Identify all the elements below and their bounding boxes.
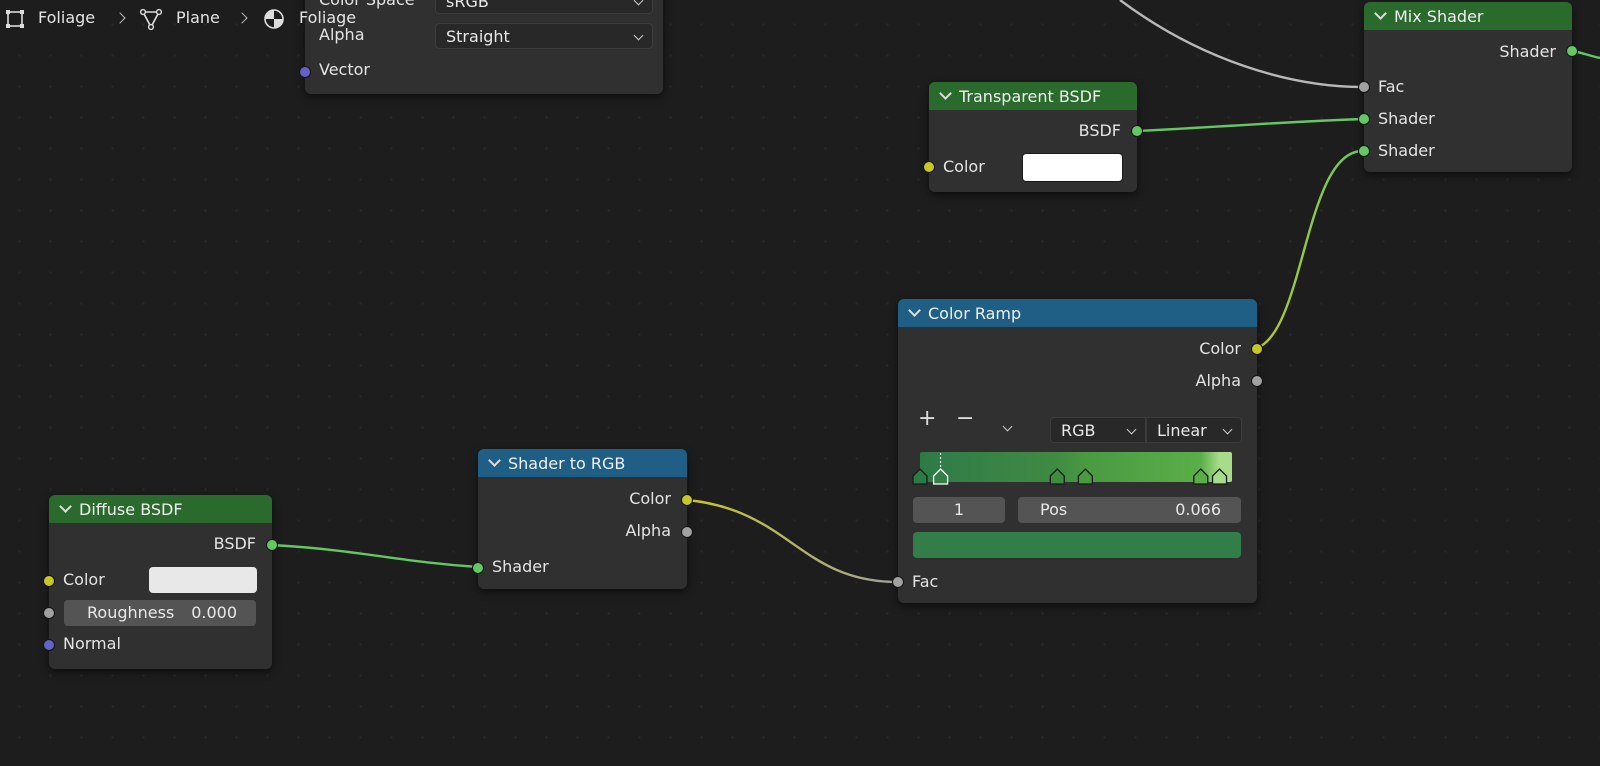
fac-input-socket[interactable] <box>892 576 904 588</box>
node-title: Mix Shader <box>1394 6 1484 26</box>
breadcrumb-object[interactable]: Foliage <box>38 8 95 27</box>
color-swatch[interactable] <box>149 567 257 593</box>
link-diffuse-to-shadertorgb[interactable] <box>271 543 479 569</box>
bsdf-output-socket[interactable] <box>266 539 278 551</box>
node-title: Transparent BSDF <box>959 86 1102 106</box>
color-ramp-node[interactable]: Color Ramp Color Alpha + − RGB Linear 1 … <box>898 299 1257 603</box>
diffuse-bsdf-header[interactable]: Diffuse BSDF <box>49 495 272 523</box>
chevron-down-icon <box>633 0 644 6</box>
breadcrumb-material[interactable]: Foliage <box>299 8 356 27</box>
alpha-mode-value: Straight <box>446 27 510 46</box>
mix-shader-header[interactable]: Mix Shader <box>1364 2 1572 30</box>
object-icon <box>6 10 24 28</box>
color-input-socket[interactable] <box>923 161 935 173</box>
color-input-label: Color <box>943 157 985 176</box>
roughness-value: 0.000 <box>191 603 237 622</box>
link-shadertorgb-to-colorramp-fac[interactable] <box>686 498 899 584</box>
node-title: Diffuse BSDF <box>79 499 183 519</box>
collapse-chevron-icon[interactable] <box>488 454 501 467</box>
shader-input-socket[interactable] <box>1358 145 1370 157</box>
transparent-bsdf-header[interactable]: Transparent BSDF <box>929 82 1137 110</box>
color-output-socket[interactable] <box>681 494 693 506</box>
vector-input-socket[interactable] <box>299 66 311 78</box>
fac-input-label: Fac <box>1378 77 1405 96</box>
interpolation-value: Linear <box>1157 421 1207 440</box>
shader-input-label: Shader <box>492 557 549 576</box>
bsdf-output-label: BSDF <box>213 534 256 553</box>
chevron-down-icon <box>633 30 644 41</box>
shader-input-socket[interactable] <box>1358 113 1370 125</box>
color-ramp-header[interactable]: Color Ramp <box>898 299 1257 327</box>
color-mode-dropdown[interactable]: RGB <box>1050 417 1146 443</box>
color-mode-value: RGB <box>1061 421 1096 440</box>
add-stop-button[interactable]: + <box>918 407 936 431</box>
color-input-label: Color <box>63 570 105 589</box>
shader-input-label: Shader <box>1378 109 1435 128</box>
color-output-label: Color <box>629 489 671 508</box>
color-stop-handle[interactable] <box>932 453 949 485</box>
material-icon <box>264 9 284 29</box>
image-texture-node[interactable]: Color Space sRGB Alpha Straight Vector <box>305 0 663 94</box>
color-swatch[interactable] <box>1022 153 1123 182</box>
color-output-label: Color <box>1199 339 1241 358</box>
fac-input-label: Fac <box>912 572 939 591</box>
mesh-icon <box>140 8 162 30</box>
output-shader-label: Shader <box>1499 42 1556 61</box>
shader-input-label: Shader <box>1378 141 1435 160</box>
color-stop-handle[interactable] <box>1077 468 1094 485</box>
node-title: Shader to RGB <box>508 453 626 473</box>
diffuse-bsdf-node[interactable]: Diffuse BSDF BSDF Color Roughness 0.000 … <box>49 495 272 669</box>
link-image-to-mix-fac[interactable] <box>1119 0 1364 89</box>
vector-input-label: Vector <box>319 60 370 79</box>
color-input-socket[interactable] <box>43 575 55 587</box>
color-space-dropdown[interactable]: sRGB <box>435 0 653 14</box>
color-stop-handle[interactable] <box>912 468 928 485</box>
normal-input-label: Normal <box>63 634 121 653</box>
roughness-label: Roughness <box>87 603 175 622</box>
transparent-bsdf-node[interactable]: Transparent BSDF BSDF Color <box>929 82 1137 192</box>
shader-input-socket[interactable] <box>472 562 484 574</box>
alpha-output-socket[interactable] <box>1251 375 1263 387</box>
pos-value: 0.066 <box>1175 500 1221 519</box>
alpha-output-socket[interactable] <box>681 526 693 538</box>
node-title: Color Ramp <box>928 303 1022 323</box>
shader-to-rgb-node[interactable]: Shader to RGB Color Alpha Shader <box>478 449 687 589</box>
ramp-menu-chevron-icon[interactable] <box>1002 421 1013 432</box>
alpha-mode-dropdown[interactable]: Straight <box>435 23 653 49</box>
collapse-chevron-icon[interactable] <box>939 87 952 100</box>
alpha-output-label: Alpha <box>1195 371 1242 390</box>
mix-shader-node[interactable]: Mix Shader Shader Fac Shader Shader <box>1364 2 1572 172</box>
roughness-input-socket[interactable] <box>43 607 55 619</box>
link-transparent-to-mix-shader[interactable] <box>1136 117 1364 133</box>
shader-output-socket[interactable] <box>1566 45 1578 57</box>
remove-stop-button[interactable]: − <box>956 407 974 431</box>
bsdf-output-socket[interactable] <box>1131 125 1143 137</box>
breadcrumb-mesh[interactable]: Plane <box>176 8 220 27</box>
chevron-down-icon <box>1222 424 1233 435</box>
stop-color-swatch[interactable] <box>913 532 1241 558</box>
active-stop-index: 1 <box>953 500 965 519</box>
ramp-stops[interactable] <box>912 452 1240 488</box>
shader-to-rgb-header[interactable]: Shader to RGB <box>478 449 687 477</box>
pos-label: Pos <box>1040 500 1068 519</box>
collapse-chevron-icon[interactable] <box>59 500 72 513</box>
color-output-socket[interactable] <box>1251 343 1263 355</box>
roughness-field[interactable]: Roughness 0.000 <box>64 600 256 626</box>
collapse-chevron-icon[interactable] <box>908 304 921 317</box>
chevron-down-icon <box>1126 424 1137 435</box>
color-stop-handle[interactable] <box>1211 468 1228 485</box>
color-stop-handle[interactable] <box>1193 468 1209 485</box>
color-stop-handle[interactable] <box>1049 468 1065 485</box>
alpha-output-label: Alpha <box>625 521 672 540</box>
interpolation-dropdown[interactable]: Linear <box>1146 417 1242 443</box>
normal-input-socket[interactable] <box>43 639 55 651</box>
stop-position-field[interactable]: Pos 0.066 <box>1018 497 1241 523</box>
active-stop-index-field[interactable]: 1 <box>913 497 1005 523</box>
link-colorramp-to-mix-shader[interactable] <box>1256 149 1364 350</box>
color-space-value: sRGB <box>446 0 489 11</box>
fac-input-socket[interactable] <box>1358 81 1370 93</box>
collapse-chevron-icon[interactable] <box>1374 7 1387 20</box>
bsdf-output-label: BSDF <box>1078 121 1121 140</box>
